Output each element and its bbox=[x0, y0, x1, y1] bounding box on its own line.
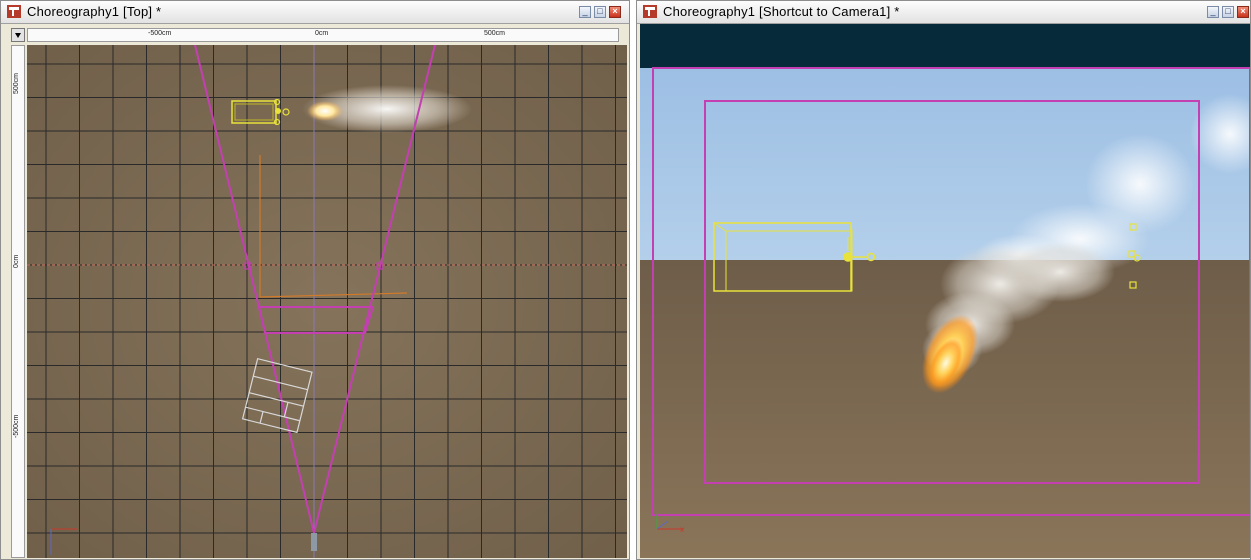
app-icon bbox=[7, 5, 21, 18]
minimize-button[interactable]: _ bbox=[579, 6, 591, 18]
sky-top-band bbox=[640, 24, 1250, 68]
camera-target[interactable] bbox=[311, 533, 317, 551]
top-view-title: Choreography1 [Top] * bbox=[27, 4, 162, 19]
top-viewport-scene bbox=[27, 45, 627, 558]
camera-viewport[interactable]: x bbox=[640, 24, 1250, 558]
ruler-label: 500cm bbox=[484, 30, 506, 37]
camera-view-title: Choreography1 [Shortcut to Camera1] * bbox=[663, 4, 900, 19]
camera-view-titlebar[interactable]: Choreography1 [Shortcut to Camera1] * _ … bbox=[637, 1, 1250, 24]
fire-core bbox=[307, 101, 343, 121]
close-button[interactable]: × bbox=[1237, 6, 1249, 18]
camera-viewport-scene: x bbox=[640, 24, 1250, 558]
top-viewport[interactable] bbox=[27, 45, 627, 558]
vertical-ruler: 500cm 0cm -500cm bbox=[11, 45, 25, 558]
ruler-label: 500cm bbox=[13, 72, 20, 94]
top-view-window[interactable]: Choreography1 [Top] * _ □ × -500cm 0cm 5… bbox=[0, 0, 630, 560]
app-icon bbox=[643, 5, 657, 18]
minimize-button[interactable]: _ bbox=[1207, 6, 1219, 18]
ruler-label: 0cm bbox=[13, 254, 20, 268]
maximize-button[interactable]: □ bbox=[594, 6, 606, 18]
ruler-label: -500cm bbox=[148, 30, 172, 37]
maximize-button[interactable]: □ bbox=[1222, 6, 1234, 18]
ruler-label: -500cm bbox=[13, 414, 20, 438]
horizontal-ruler: -500cm 0cm 500cm bbox=[27, 28, 619, 42]
ruler-dropdown-button[interactable] bbox=[11, 28, 25, 42]
ruler-label: 0cm bbox=[315, 30, 329, 37]
svg-text:x: x bbox=[680, 525, 684, 534]
top-view-titlebar[interactable]: Choreography1 [Top] * _ □ × bbox=[1, 1, 629, 24]
close-button[interactable]: × bbox=[609, 6, 621, 18]
camera-view-window[interactable]: Choreography1 [Shortcut to Camera1] * _ … bbox=[636, 0, 1251, 560]
